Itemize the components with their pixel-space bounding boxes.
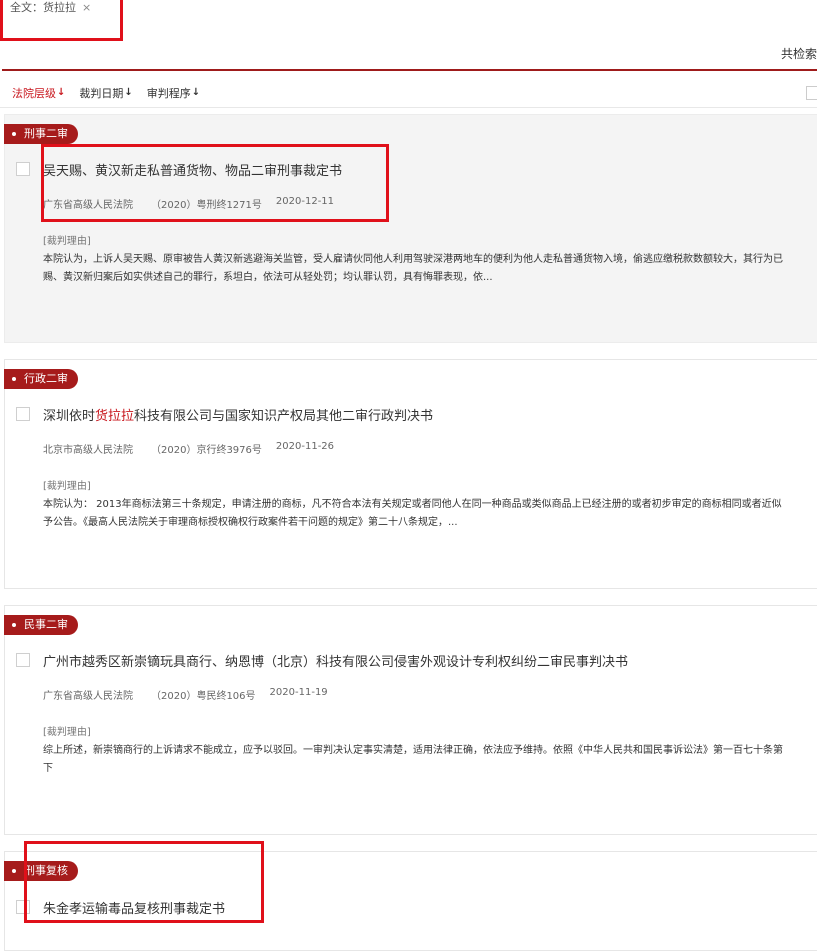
- result-meta: 广东省高级人民法院 （2020）粤刑终1271号 2020-12-11: [43, 196, 334, 211]
- result-card: 民事二审 广州市越秀区新崇镝玩具商行、纳恩博（北京）科技有限公司侵害外观设计专利…: [4, 605, 817, 835]
- arrow-down-icon: ↓: [124, 87, 133, 98]
- case-number: （2020）粤民终106号: [151, 691, 256, 702]
- judge-date: 2020-11-26: [275, 441, 335, 452]
- sort-judge-date-label: 裁判日期: [79, 86, 124, 100]
- result-checkbox[interactable]: [16, 162, 30, 176]
- result-excerpt: 综上所述，新崇镝商行的上诉请求不能成立，应予以驳回。一审判决认定事实清楚，适用法…: [43, 742, 817, 778]
- result-title-text: 科技有限公司与国家知识产权局其他二审行政判决书: [134, 409, 434, 424]
- arrow-down-icon: ↓: [57, 87, 66, 98]
- result-title-text: 深圳依时: [43, 409, 96, 424]
- close-icon[interactable]: ×: [82, 1, 91, 14]
- total-count: 共检索: [780, 47, 817, 61]
- result-meta: 广东省高级人民法院 （2020）粤民终106号 2020-11-19: [43, 687, 328, 702]
- reason-label: [裁判理由]: [43, 727, 91, 738]
- judge-date: 2020-12-11: [275, 196, 335, 207]
- result-excerpt: 本院认为： 2013年商标法第三十条规定，申请注册的商标，凡不符合本法有关规定或…: [43, 496, 817, 532]
- filter-tag: 全文：货拉拉 ×: [6, 0, 95, 16]
- excerpt-line: 赐、黄汉新归案后如实供述自己的罪行，系坦白，依法可从轻处罚；均认罪认罚，具有悔罪…: [43, 272, 493, 283]
- result-title[interactable]: 吴天赐、黄汉新走私普通货物、物品二审刑事裁定书: [43, 160, 342, 179]
- reason-label: [裁判理由]: [43, 236, 91, 247]
- sort-procedure-label: 审判程序: [146, 86, 191, 100]
- result-meta: 北京市高级人民法院 （2020）京行终3976号 2020-11-26: [43, 441, 334, 456]
- reason-label: [裁判理由]: [43, 481, 91, 492]
- case-type-badge: 民事二审: [4, 615, 78, 635]
- result-title[interactable]: 朱金孝运输毒品复核刑事裁定书: [43, 898, 225, 917]
- sort-bar: 法院层级 ↓ 裁判日期 ↓ 审判程序 ↓: [0, 78, 817, 108]
- result-title-text: 吴天赐、黄汉新走私普通货物、物品二审刑事裁定书: [43, 164, 343, 179]
- excerpt-line: 本院认为，上诉人吴天赐、原审被告人黄汉新逃避海关监管，受人雇请伙同他人利用驾驶深…: [43, 254, 783, 265]
- result-checkbox[interactable]: [16, 407, 30, 421]
- excerpt-line: 予公告。《最高人民法院关于审理商标授权确权行政案件若干问题的规定》第二十八条规定…: [43, 517, 458, 528]
- case-number: （2020）粤刑终1271号: [151, 200, 262, 211]
- case-type-badge: 行政二审: [4, 369, 78, 389]
- court-name: 北京市高级人民法院: [43, 445, 133, 456]
- excerpt-line: 本院认为： 2013年商标法第三十条规定，申请注册的商标，凡不符合本法有关规定或…: [43, 499, 782, 510]
- judge-date: 2020-11-19: [269, 687, 328, 698]
- sort-court-level[interactable]: 法院层级 ↓: [12, 85, 65, 101]
- sort-judge-date[interactable]: 裁判日期 ↓: [79, 85, 132, 101]
- result-checkbox[interactable]: [16, 653, 30, 667]
- court-name: 广东省高级人民法院: [43, 200, 133, 211]
- sort-court-level-label: 法院层级: [12, 86, 56, 100]
- result-excerpt: 本院认为，上诉人吴天赐、原审被告人黄汉新逃避海关监管，受人雇请伙同他人利用驾驶深…: [43, 251, 817, 287]
- sort-procedure[interactable]: 审判程序 ↓: [147, 85, 200, 101]
- court-name: 广东省高级人民法院: [43, 691, 133, 702]
- result-card: 行政二审 深圳依时货拉拉科技有限公司与国家知识产权局其他二审行政判决书 北京市高…: [4, 359, 817, 589]
- result-title[interactable]: 广州市越秀区新崇镝玩具商行、纳恩博（北京）科技有限公司侵害外观设计专利权纠纷二审…: [43, 651, 628, 670]
- result-card: 刑事二审 吴天赐、黄汉新走私普通货物、物品二审刑事裁定书 广东省高级人民法院 （…: [4, 114, 817, 343]
- select-all-checkbox[interactable]: [806, 86, 817, 100]
- result-title-text: 广州市越秀区新崇镝玩具商行、纳恩博（北京）科技有限公司侵害外观设计专利权纠纷二审…: [43, 655, 629, 670]
- result-title-text: 朱金孝运输毒品复核刑事裁定书: [43, 902, 226, 917]
- arrow-down-icon: ↓: [191, 87, 201, 98]
- result-title[interactable]: 深圳依时货拉拉科技有限公司与国家知识产权局其他二审行政判决书: [43, 405, 433, 424]
- case-number: （2020）京行终3976号: [151, 445, 262, 456]
- excerpt-line: 下: [43, 763, 53, 774]
- filter-tag-label: 全文：货拉拉: [10, 1, 76, 14]
- result-card: 刑事复核 朱金孝运输毒品复核刑事裁定书: [4, 851, 817, 951]
- divider: [2, 69, 817, 71]
- excerpt-line: 综上所述，新崇镝商行的上诉请求不能成立，应予以驳回。一审判决认定事实清楚，适用法…: [43, 745, 783, 756]
- keyword-highlight: 货拉拉: [95, 409, 135, 424]
- case-type-badge: 刑事二审: [4, 124, 78, 144]
- result-checkbox[interactable]: [16, 900, 30, 914]
- case-type-badge: 刑事复核: [4, 861, 78, 881]
